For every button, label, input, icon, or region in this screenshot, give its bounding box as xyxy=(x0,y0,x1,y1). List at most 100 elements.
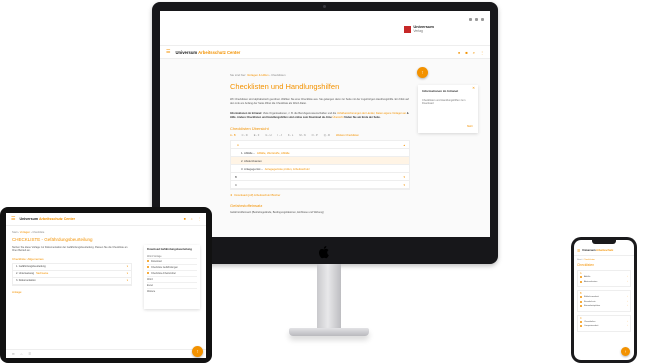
chevron-right-icon: › xyxy=(627,280,628,283)
checklist-accordion: A ▴ 1. Abfälle – Abfälle, Wertstoffe, Ab… xyxy=(230,140,410,191)
accordion-item-label: 1. Abfälle – xyxy=(241,150,255,155)
row-label: Büroarbeitsplätze xyxy=(584,305,601,308)
sidebar-more-link[interactable]: Mehr xyxy=(467,125,473,128)
letter-tab[interactable]: M - N xyxy=(299,134,305,137)
letter-card: A Abfälle › Absturzkanten › xyxy=(577,270,631,287)
grid-icon[interactable] xyxy=(475,17,478,21)
letter-nav: A - B C - D E - F G - H I - J K - L M - … xyxy=(230,134,410,137)
letter-tab[interactable]: E - F xyxy=(254,134,260,137)
letter-tab[interactable]: C - D xyxy=(242,134,248,137)
info-tail: finden Sie am Ende der Seite. xyxy=(343,115,381,119)
tablet-bottom-bar: ✉ ⌂ ☰ xyxy=(6,349,206,358)
accordion-item[interactable]: 3. Anlegegerüst – Anlegegerüste prüfen, … xyxy=(231,165,409,174)
close-icon[interactable]: ✕ xyxy=(472,86,475,90)
intro-text: Wir Checklisten sind alphabetisch geordn… xyxy=(230,98,409,105)
bullet-icon xyxy=(580,320,582,323)
sidebar-title: Download Gefährdungsbeurteilung xyxy=(147,248,192,251)
logo-mark-icon xyxy=(404,25,412,33)
option-label: Excel xyxy=(147,283,153,287)
breadcrumb-home[interactable]: Sie sind hier: xyxy=(230,73,246,77)
accordion-header-c[interactable]: C ▾ xyxy=(231,181,409,190)
accordion-label: C xyxy=(235,182,238,187)
intro-text: Nutzen Sie diese Vorlage zur Dokumentati… xyxy=(12,246,128,253)
letter-card: C Chemikalien › Computerarbeit › xyxy=(577,314,631,332)
row-link[interactable]: Nachweise xyxy=(36,272,48,275)
accordion-item-label: 2. Absturzkanten xyxy=(241,158,262,163)
accordion-item[interactable]: 1. Abfälle – Abfälle, Wertstoffe, Abfäll… xyxy=(231,149,409,158)
breadcrumb: Start › Checklisten xyxy=(577,259,595,261)
breadcrumb-level1[interactable]: Vorlagen & Hilfen xyxy=(247,73,269,77)
scroll-top-button[interactable]: ↑ xyxy=(192,346,203,357)
burger-icon[interactable]: ☰ xyxy=(166,49,170,55)
accordion-header-a[interactable]: A ▴ xyxy=(231,141,409,150)
bullet-icon xyxy=(147,272,149,274)
scroll-top-button[interactable]: ↑ xyxy=(417,67,428,78)
scroll-top-button[interactable]: ↑ xyxy=(621,347,630,356)
bullet-icon xyxy=(147,266,149,268)
breadcrumb: Sie sind hier: Vorlagen & Hilfen › Check… xyxy=(230,73,410,77)
row-label: Chemikalien xyxy=(584,320,596,323)
accordion-header-b[interactable]: B ▾ xyxy=(231,173,409,182)
checklist-row[interactable]: 1. Gefährdungsbeurteilung ▾ xyxy=(13,264,131,271)
user-icon[interactable]: ● xyxy=(458,50,460,55)
top-mini-icons xyxy=(469,17,484,21)
letter-tab-more[interactable]: Weitere Checklisten xyxy=(336,134,359,137)
search-icon[interactable]: ⌕ xyxy=(473,50,475,55)
accordion-item[interactable]: 2. Absturzkanten xyxy=(231,157,409,166)
checklist-row[interactable]: 3. Dokumentation ▾ xyxy=(13,278,131,285)
breadcrumb-current: Checkliste xyxy=(32,231,45,234)
chevron-right-icon: › xyxy=(627,305,628,308)
row-label: 3. Dokumentation xyxy=(16,279,36,283)
phone-notch xyxy=(592,240,616,244)
letter-tab[interactable]: G - H xyxy=(265,134,271,137)
cart-icon[interactable]: ■ xyxy=(465,50,467,55)
breadcrumb-home[interactable]: Start xyxy=(12,231,17,234)
brand-name: Universum xyxy=(582,249,596,252)
overview-link[interactable]: Übersicht xyxy=(333,116,344,119)
site-brand[interactable]: Universum Arbeitsschutz Center xyxy=(175,50,240,55)
card-row[interactable]: Absturzkanten › xyxy=(580,280,628,285)
brand-name: Universum xyxy=(175,49,198,55)
burger-icon[interactable]: ☰ xyxy=(577,249,580,253)
card-row[interactable]: Büroarbeitsplätze › xyxy=(580,304,628,309)
tablet-brand[interactable]: Universum Arbeitsschutz Center xyxy=(19,217,75,221)
info-link[interactable]: Unfallversicherungen der Länder, bieten … xyxy=(337,112,406,115)
publisher-logo[interactable]: Universum Verlag xyxy=(404,25,434,33)
letter-tab[interactable]: A - B xyxy=(230,134,236,137)
mail-icon[interactable]: ✉ xyxy=(12,352,15,356)
search-icon[interactable]: ⌕ xyxy=(191,217,193,221)
letter-tab[interactable]: K - L xyxy=(288,134,293,137)
phone-brand[interactable]: Universum Arbeitsschutz xyxy=(582,249,613,252)
accordion-label: A xyxy=(237,142,239,147)
option-label: Download xyxy=(151,259,162,263)
burger-icon[interactable]: ☰ xyxy=(11,216,15,222)
top-bar xyxy=(160,11,490,27)
more-icon[interactable]: ⋮ xyxy=(480,50,484,55)
breadcrumb-home[interactable]: Start xyxy=(577,259,582,261)
page-title: Checklisten und Handlungshilfen xyxy=(230,82,340,91)
more-icon[interactable]: ⋮ xyxy=(198,217,201,221)
breadcrumb-current: Checklisten xyxy=(271,73,286,77)
breadcrumb-level1[interactable]: Vorlagen xyxy=(20,231,30,234)
chevron-right-icon: › xyxy=(627,296,628,299)
letter-tab[interactable]: I - J xyxy=(278,134,282,137)
accordion-item-label: 3. Anlegegerüst – xyxy=(241,166,263,171)
checklist-row[interactable]: 2. Unterweisung Nachweise ▾ xyxy=(13,271,131,278)
chevron-down-icon: ▾ xyxy=(403,174,405,179)
letter-tab[interactable]: O - P xyxy=(312,134,318,137)
home-icon[interactable]: ⌂ xyxy=(21,352,23,356)
download-link[interactable]: ⬇ Download (pdf) Arbeitsschutz Bücher xyxy=(230,193,410,197)
tablet-screen: ☰ Universum Arbeitsschutz Center ■ ⌕ ⋮ S… xyxy=(6,213,206,358)
accordion-item-link[interactable]: Anlegegerüste prüfen, Arbeitsschutz xyxy=(265,167,310,171)
grid-icon[interactable] xyxy=(481,17,484,21)
letter-tab[interactable]: Q - R xyxy=(324,134,330,137)
option-label: Checkliste Arbeitsmittel xyxy=(151,271,176,275)
accordion-item-link[interactable]: Abfälle, Wertstoffe, Abfälle xyxy=(257,151,290,155)
option-label: Checkliste Gefährdungen xyxy=(151,265,178,269)
grid-icon[interactable] xyxy=(469,17,472,21)
menu-icon[interactable]: ☰ xyxy=(28,352,31,356)
card-row[interactable]: Computerarbeit › xyxy=(580,324,628,329)
sidebar-option[interactable]: Weitere xyxy=(147,287,197,294)
cart-icon[interactable]: ■ xyxy=(184,217,186,221)
chevron-down-icon: ▾ xyxy=(126,272,128,276)
